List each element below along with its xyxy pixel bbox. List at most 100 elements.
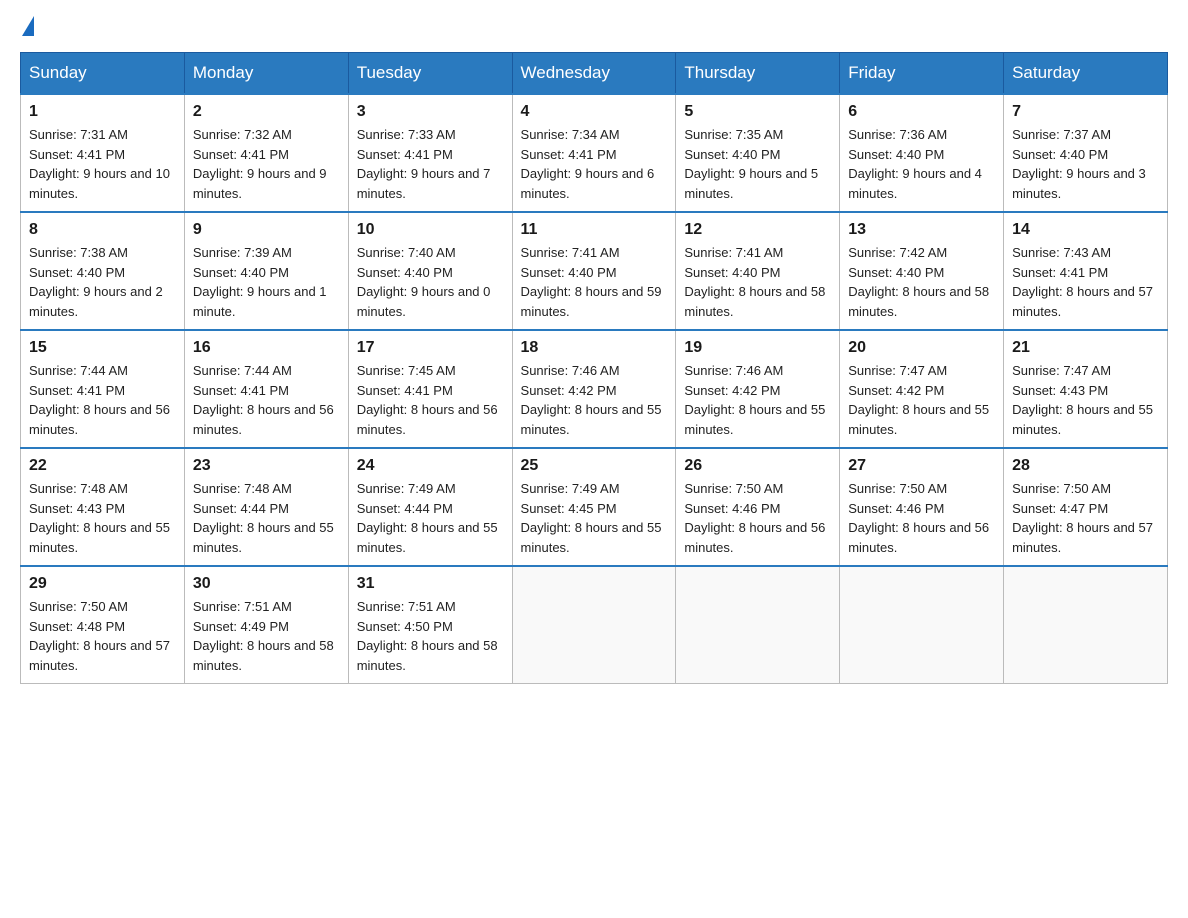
day-info: Sunrise: 7:46 AM Sunset: 4:42 PM Dayligh…	[521, 361, 668, 439]
calendar-day-cell: 15 Sunrise: 7:44 AM Sunset: 4:41 PM Dayl…	[21, 330, 185, 448]
calendar-table: SundayMondayTuesdayWednesdayThursdayFrid…	[20, 52, 1168, 684]
day-number: 7	[1012, 103, 1159, 121]
calendar-day-cell: 9 Sunrise: 7:39 AM Sunset: 4:40 PM Dayli…	[184, 212, 348, 330]
calendar-day-cell	[840, 566, 1004, 684]
day-header-wednesday: Wednesday	[512, 53, 676, 95]
calendar-day-cell: 26 Sunrise: 7:50 AM Sunset: 4:46 PM Dayl…	[676, 448, 840, 566]
calendar-day-cell: 25 Sunrise: 7:49 AM Sunset: 4:45 PM Dayl…	[512, 448, 676, 566]
day-number: 16	[193, 339, 340, 357]
day-number: 10	[357, 221, 504, 239]
day-number: 27	[848, 457, 995, 475]
calendar-day-cell: 12 Sunrise: 7:41 AM Sunset: 4:40 PM Dayl…	[676, 212, 840, 330]
calendar-day-cell: 16 Sunrise: 7:44 AM Sunset: 4:41 PM Dayl…	[184, 330, 348, 448]
calendar-day-cell: 28 Sunrise: 7:50 AM Sunset: 4:47 PM Dayl…	[1004, 448, 1168, 566]
day-info: Sunrise: 7:44 AM Sunset: 4:41 PM Dayligh…	[193, 361, 340, 439]
calendar-day-cell: 6 Sunrise: 7:36 AM Sunset: 4:40 PM Dayli…	[840, 94, 1004, 212]
calendar-day-cell: 27 Sunrise: 7:50 AM Sunset: 4:46 PM Dayl…	[840, 448, 1004, 566]
day-info: Sunrise: 7:42 AM Sunset: 4:40 PM Dayligh…	[848, 243, 995, 321]
day-number: 1	[29, 103, 176, 121]
day-number: 28	[1012, 457, 1159, 475]
day-info: Sunrise: 7:41 AM Sunset: 4:40 PM Dayligh…	[684, 243, 831, 321]
day-number: 15	[29, 339, 176, 357]
calendar-week-row: 15 Sunrise: 7:44 AM Sunset: 4:41 PM Dayl…	[21, 330, 1168, 448]
day-info: Sunrise: 7:50 AM Sunset: 4:47 PM Dayligh…	[1012, 479, 1159, 557]
day-info: Sunrise: 7:51 AM Sunset: 4:49 PM Dayligh…	[193, 597, 340, 675]
day-info: Sunrise: 7:43 AM Sunset: 4:41 PM Dayligh…	[1012, 243, 1159, 321]
calendar-week-row: 8 Sunrise: 7:38 AM Sunset: 4:40 PM Dayli…	[21, 212, 1168, 330]
day-number: 5	[684, 103, 831, 121]
calendar-day-cell: 10 Sunrise: 7:40 AM Sunset: 4:40 PM Dayl…	[348, 212, 512, 330]
day-header-friday: Friday	[840, 53, 1004, 95]
day-info: Sunrise: 7:50 AM Sunset: 4:48 PM Dayligh…	[29, 597, 176, 675]
day-info: Sunrise: 7:32 AM Sunset: 4:41 PM Dayligh…	[193, 125, 340, 203]
day-number: 18	[521, 339, 668, 357]
calendar-day-cell: 2 Sunrise: 7:32 AM Sunset: 4:41 PM Dayli…	[184, 94, 348, 212]
calendar-day-cell: 22 Sunrise: 7:48 AM Sunset: 4:43 PM Dayl…	[21, 448, 185, 566]
day-info: Sunrise: 7:34 AM Sunset: 4:41 PM Dayligh…	[521, 125, 668, 203]
day-info: Sunrise: 7:47 AM Sunset: 4:42 PM Dayligh…	[848, 361, 995, 439]
day-info: Sunrise: 7:40 AM Sunset: 4:40 PM Dayligh…	[357, 243, 504, 321]
day-number: 3	[357, 103, 504, 121]
calendar-day-cell	[676, 566, 840, 684]
day-header-saturday: Saturday	[1004, 53, 1168, 95]
calendar-week-row: 29 Sunrise: 7:50 AM Sunset: 4:48 PM Dayl…	[21, 566, 1168, 684]
day-number: 26	[684, 457, 831, 475]
day-header-monday: Monday	[184, 53, 348, 95]
day-number: 23	[193, 457, 340, 475]
calendar-day-cell: 1 Sunrise: 7:31 AM Sunset: 4:41 PM Dayli…	[21, 94, 185, 212]
day-info: Sunrise: 7:48 AM Sunset: 4:44 PM Dayligh…	[193, 479, 340, 557]
day-info: Sunrise: 7:47 AM Sunset: 4:43 PM Dayligh…	[1012, 361, 1159, 439]
day-number: 13	[848, 221, 995, 239]
day-info: Sunrise: 7:37 AM Sunset: 4:40 PM Dayligh…	[1012, 125, 1159, 203]
day-info: Sunrise: 7:51 AM Sunset: 4:50 PM Dayligh…	[357, 597, 504, 675]
page-header	[20, 20, 1168, 32]
logo	[20, 20, 34, 32]
day-info: Sunrise: 7:49 AM Sunset: 4:44 PM Dayligh…	[357, 479, 504, 557]
day-info: Sunrise: 7:48 AM Sunset: 4:43 PM Dayligh…	[29, 479, 176, 557]
logo-triangle-icon	[22, 16, 34, 36]
day-number: 14	[1012, 221, 1159, 239]
calendar-day-cell: 5 Sunrise: 7:35 AM Sunset: 4:40 PM Dayli…	[676, 94, 840, 212]
day-number: 25	[521, 457, 668, 475]
day-info: Sunrise: 7:38 AM Sunset: 4:40 PM Dayligh…	[29, 243, 176, 321]
day-number: 21	[1012, 339, 1159, 357]
day-info: Sunrise: 7:45 AM Sunset: 4:41 PM Dayligh…	[357, 361, 504, 439]
calendar-day-cell: 17 Sunrise: 7:45 AM Sunset: 4:41 PM Dayl…	[348, 330, 512, 448]
day-info: Sunrise: 7:41 AM Sunset: 4:40 PM Dayligh…	[521, 243, 668, 321]
day-number: 24	[357, 457, 504, 475]
calendar-day-cell	[512, 566, 676, 684]
day-info: Sunrise: 7:36 AM Sunset: 4:40 PM Dayligh…	[848, 125, 995, 203]
day-info: Sunrise: 7:44 AM Sunset: 4:41 PM Dayligh…	[29, 361, 176, 439]
day-number: 31	[357, 575, 504, 593]
day-number: 30	[193, 575, 340, 593]
calendar-day-cell: 8 Sunrise: 7:38 AM Sunset: 4:40 PM Dayli…	[21, 212, 185, 330]
day-info: Sunrise: 7:49 AM Sunset: 4:45 PM Dayligh…	[521, 479, 668, 557]
calendar-day-cell: 11 Sunrise: 7:41 AM Sunset: 4:40 PM Dayl…	[512, 212, 676, 330]
day-info: Sunrise: 7:33 AM Sunset: 4:41 PM Dayligh…	[357, 125, 504, 203]
calendar-day-cell: 31 Sunrise: 7:51 AM Sunset: 4:50 PM Dayl…	[348, 566, 512, 684]
calendar-day-cell: 30 Sunrise: 7:51 AM Sunset: 4:49 PM Dayl…	[184, 566, 348, 684]
calendar-day-cell: 24 Sunrise: 7:49 AM Sunset: 4:44 PM Dayl…	[348, 448, 512, 566]
calendar-day-cell: 7 Sunrise: 7:37 AM Sunset: 4:40 PM Dayli…	[1004, 94, 1168, 212]
calendar-header-row: SundayMondayTuesdayWednesdayThursdayFrid…	[21, 53, 1168, 95]
day-info: Sunrise: 7:46 AM Sunset: 4:42 PM Dayligh…	[684, 361, 831, 439]
calendar-day-cell: 19 Sunrise: 7:46 AM Sunset: 4:42 PM Dayl…	[676, 330, 840, 448]
calendar-day-cell: 18 Sunrise: 7:46 AM Sunset: 4:42 PM Dayl…	[512, 330, 676, 448]
day-header-thursday: Thursday	[676, 53, 840, 95]
day-number: 8	[29, 221, 176, 239]
day-info: Sunrise: 7:39 AM Sunset: 4:40 PM Dayligh…	[193, 243, 340, 321]
day-header-tuesday: Tuesday	[348, 53, 512, 95]
day-number: 19	[684, 339, 831, 357]
day-info: Sunrise: 7:35 AM Sunset: 4:40 PM Dayligh…	[684, 125, 831, 203]
day-number: 17	[357, 339, 504, 357]
day-number: 22	[29, 457, 176, 475]
day-info: Sunrise: 7:50 AM Sunset: 4:46 PM Dayligh…	[684, 479, 831, 557]
calendar-week-row: 1 Sunrise: 7:31 AM Sunset: 4:41 PM Dayli…	[21, 94, 1168, 212]
calendar-day-cell: 4 Sunrise: 7:34 AM Sunset: 4:41 PM Dayli…	[512, 94, 676, 212]
day-number: 11	[521, 221, 668, 239]
calendar-week-row: 22 Sunrise: 7:48 AM Sunset: 4:43 PM Dayl…	[21, 448, 1168, 566]
day-number: 20	[848, 339, 995, 357]
calendar-day-cell: 14 Sunrise: 7:43 AM Sunset: 4:41 PM Dayl…	[1004, 212, 1168, 330]
day-number: 2	[193, 103, 340, 121]
calendar-day-cell: 21 Sunrise: 7:47 AM Sunset: 4:43 PM Dayl…	[1004, 330, 1168, 448]
